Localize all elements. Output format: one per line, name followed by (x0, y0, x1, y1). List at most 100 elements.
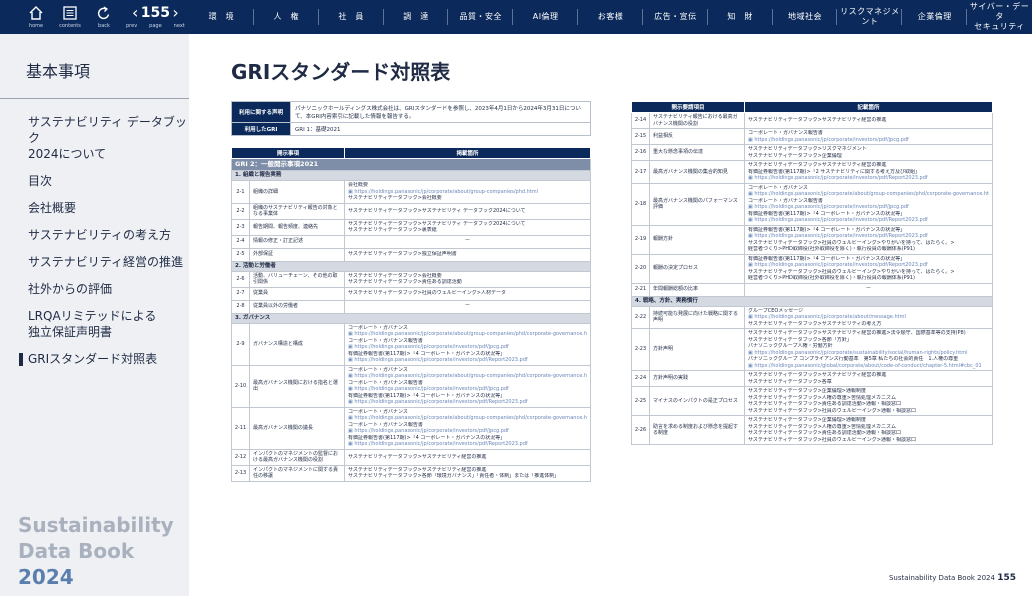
disclosure-item: ガバナンス構造と構成 (249, 322, 345, 366)
reference-link[interactable]: https://holdings.panasonic/jp/corporate/… (348, 399, 587, 406)
nav-tab[interactable]: 社 員 (319, 0, 384, 34)
reference-cell: ー (344, 299, 591, 314)
footer-text: Sustainability Data Book 2024 (888, 574, 995, 582)
reference-cell: サステナビリティデータブック>企業倫理>通報制度 サステナビリティデータブック>人… (744, 415, 993, 445)
next-page-chevron-icon[interactable]: › (172, 5, 178, 21)
reference-cell: サステナビリティデータブック>サステナビリティ経営の推進 サステナビリティデータブ… (744, 370, 993, 387)
gri-table-right: 開示要請項目 記載箇所 2-14 サステナビリティ報告における最高ガバナンス機関の役割… (631, 101, 993, 445)
reference-text: 経営者づくり>PHD取締役(社外取締役を除く)・執行役員の報酬体系(P91) (748, 246, 915, 252)
nav-tab[interactable]: 広告・宣伝 (643, 0, 708, 34)
disclosure-number: 2-15 (631, 128, 650, 145)
back-icon (96, 4, 112, 22)
sidebar-item[interactable]: サステナビリティの考え方 (28, 227, 188, 243)
reference-link[interactable]: https://holdings.panasonic/jp/corporate/… (348, 357, 587, 364)
disclosure-number: 2-3 (231, 218, 250, 236)
brand-year: 2024 (18, 565, 74, 589)
table-row: 2-7 従業員 サステナビリティデータブック>社員のウェルビーイング>人材データ (231, 286, 591, 301)
reference-link[interactable]: https://holdings.panasonic/jp/corporate/… (348, 441, 587, 448)
contents-button[interactable]: contents (56, 4, 84, 29)
sidebar-item[interactable]: 社外からの評価 (28, 281, 188, 297)
reference-cell: ー (744, 282, 993, 297)
reference-text: サステナビリティデータブック>サステナビリティの考え方 (748, 320, 882, 327)
nav-tab[interactable]: 品質・安全 (448, 0, 514, 34)
disclosure-item: 最高ガバナンス機関の集合的知見 (649, 160, 745, 184)
section-row: 3. ガバナンス (231, 312, 591, 324)
reference-cell: サステナビリティデータブック>独立保証声明書 (344, 247, 591, 262)
table-header-row: 開示要請項目 記載箇所 (631, 101, 993, 113)
reference-text: サステナビリティデータブック>責任ある調達活動 (348, 279, 462, 285)
section-row: 4. 戦略、方針、実務慣行 (631, 295, 993, 307)
nav-tab[interactable]: 調 達 (384, 0, 449, 34)
sidebar-item[interactable]: 会社概要 (28, 200, 188, 216)
section-label: 1. 組織と報告実務 (231, 170, 591, 181)
reference-link[interactable]: https://holdings.panasonic/jp/corporate/… (348, 331, 587, 338)
table-row: 2-3 報告期間、報告頻度、連絡先 サステナビリティデータブック>サステナビリティ … (231, 218, 591, 236)
reference-cell: サステナビリティデータブック>サステナビリティ経営の推進>法令順守、国際基準等の… (744, 328, 993, 371)
sidebar-item[interactable]: LRQAリミテッドによる 独立保証声明書 (28, 308, 188, 340)
table-row: 2-24 方針声明の実践 サステナビリティデータブック>サステナビリティ経営の推進サ… (631, 370, 993, 387)
nav-tab[interactable]: 地域社会 (773, 0, 838, 34)
statement-head: 利用に関する声明 (231, 101, 291, 123)
reference-link[interactable]: https://holdings.panasonic/jp/corporate/… (748, 191, 989, 198)
reference-link[interactable]: https://holdings.panasonic/jp/corporate/… (748, 175, 989, 182)
disclosure-item: マイナスのインパクトの是正プロセス (649, 386, 745, 416)
reference-link[interactable]: https://holdings.panasonic/jp/corporate/… (348, 373, 587, 380)
disclosure-item: 最高ガバナンス機関における指名と選出 (249, 364, 345, 408)
disclosure-item: 報酬の決定プロセス (649, 253, 745, 284)
reference-text: サステナビリティデータブック>各章 (748, 378, 832, 385)
disclosure-item: 組織の詳細 (249, 180, 345, 204)
reference-text: サステナビリティデータブック>サステナビリティ経営の推進 (748, 117, 887, 124)
disclosure-number: 2-26 (631, 415, 650, 445)
sidebar-item[interactable]: 目次 (28, 173, 188, 189)
reference-link[interactable]: https://holdings.panasonic/global/corpor… (748, 363, 989, 370)
nav-tab[interactable]: 知 財 (708, 0, 773, 34)
disclosure-number: 2-13 (231, 464, 250, 482)
table-row: 2-23 方針声明 サステナビリティデータブック>サステナビリティ経営の推進>法令順… (631, 328, 993, 371)
sidebar-item[interactable]: サステナビリティ データブック 2024について (28, 114, 188, 162)
table-row: 2-1組織の詳細会社概要https://holdings.panasonic/j… (231, 180, 591, 204)
disclosure-number: 2-2 (231, 202, 250, 220)
disclosure-number: 2-18 (631, 182, 650, 226)
disclosure-number: 2-25 (631, 386, 650, 416)
sidebar-item-active[interactable]: GRIスタンダード対照表 (19, 351, 188, 367)
nav-tab[interactable]: リスクマネジメント (837, 0, 903, 34)
column-header: 開示要請項目 (631, 101, 745, 113)
back-button[interactable]: back (90, 4, 118, 29)
reference-cell: コーポレート・ガバナンス報告書https://holdings.panasoni… (744, 128, 993, 145)
table-row: 2-19 報酬方針 有価証券報告書(第117期)>「4 コーポレート・ガバナンスの状… (631, 224, 993, 255)
reference-cell: コーポレート・ガバナンスhttps://holdings.panasonic/j… (744, 182, 993, 226)
disclosure-item: 最高ガバナンス機関の議長 (249, 406, 345, 450)
nav-tab[interactable]: 企業倫理 (902, 0, 967, 34)
reference-cell: サステナビリティデータブック>サステナビリティ経営の推進 サステナビリティデータブ… (344, 464, 591, 482)
footer-note: Sustainability Data Book 2024 155 (889, 573, 1016, 583)
nav-tab[interactable]: AI倫理 (513, 0, 578, 34)
table-row: 2-12 インパクトのマネジメントの監督における最高ガバナンス機関の役割 サステナビ… (231, 448, 591, 466)
disclosure-item: 従業員 (249, 286, 345, 301)
reference-link[interactable]: https://holdings.panasonic/jp/corporate/… (748, 137, 989, 144)
gri-used-text: GRI 1：基礎2021 (290, 122, 591, 136)
home-button[interactable]: home (22, 4, 50, 29)
sidebar-item[interactable]: サステナビリティ経営の推進 (28, 254, 188, 270)
nav-tab[interactable]: サイバー・データ セキュリティ (967, 0, 1032, 34)
disclosure-number: 2-5 (231, 247, 250, 262)
nav-tab[interactable]: 人 権 (254, 0, 319, 34)
brand-logo: Sustainability Data Book 2024 (18, 512, 174, 590)
reference-cell: サステナビリティデータブック>サステナビリティ経営の推進 有価証券報告書(第117… (744, 160, 993, 184)
reference-cell: コーポレート・ガバナンスhttps://holdings.panasonic/j… (344, 364, 591, 408)
reference-text: 経営者づくり>PHD取締役(社外取締役を除く)・執行役員の報酬体系(P91) (748, 275, 915, 281)
table-row: 2-14 サステナビリティ報告における最高ガバナンス機関の役割 サステナビリティデー… (631, 112, 993, 129)
reference-link[interactable]: https://holdings.panasonic/jp/corporate/… (748, 217, 989, 224)
disclosure-item: 年間報酬総額の比率 (649, 282, 745, 297)
nav-tab[interactable]: 環 境 (189, 0, 254, 34)
disclosure-item: 方針声明 (649, 328, 745, 371)
section-row: 2. 活動と労働者 (231, 260, 591, 272)
nav-tab[interactable]: お客様 (578, 0, 643, 34)
disclosure-item: 報酬方針 (649, 224, 745, 255)
section-label: GRI 2：一般開示事項2021 (231, 158, 591, 171)
table-row: 2-9ガバナンス構造と構成コーポレート・ガバナンスhttps://holding… (231, 322, 591, 366)
table-row: 2-16 重大な懸念事項の伝達 サステナビリティデータブック>リスクマネジメント サス… (631, 144, 993, 161)
prev-page-chevron-icon[interactable]: ‹ (132, 5, 138, 21)
reference-link[interactable]: https://holdings.panasonic/jp/corporate/… (348, 415, 587, 422)
disclosure-number: 2-21 (631, 282, 650, 297)
table-row: 2-17 最高ガバナンス機関の集合的知見 サステナビリティデータブック>サステナビリ… (631, 160, 993, 184)
